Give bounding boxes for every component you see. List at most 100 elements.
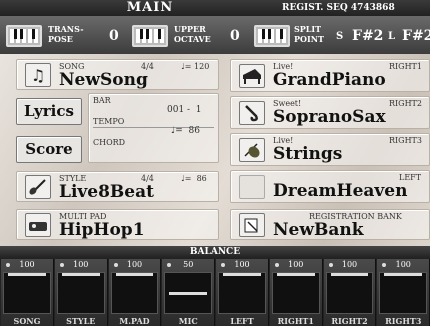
transpose-label-line1: TRANS- bbox=[48, 24, 84, 34]
right1-part-label: RIGHT1 bbox=[389, 62, 422, 71]
mixer-channel-left[interactable]: 100 LEFT bbox=[216, 259, 269, 326]
guitar-icon bbox=[25, 175, 51, 199]
fader-track[interactable] bbox=[325, 272, 374, 314]
title-bar: MAIN REGIST. SEQ 4743868 bbox=[0, 0, 430, 16]
fader-track[interactable] bbox=[218, 272, 266, 314]
split-point-label-line2: POINT bbox=[294, 34, 324, 44]
top-toolbar: TRANS- POSE 0 UPPER OCTAVE 0 SPLIT POINT… bbox=[0, 16, 430, 54]
fader-handle[interactable] bbox=[330, 273, 369, 276]
song-info-panel: BAR 001 - 1 TEMPO ♩= 86 CHORD bbox=[88, 93, 219, 163]
song-name: NewSong bbox=[59, 70, 148, 90]
song-panel[interactable]: ♫ SONG 4/4 ♩= 120 NewSong bbox=[16, 59, 219, 90]
keyboard-icon bbox=[6, 25, 42, 47]
song-tempo: ♩= 120 bbox=[181, 62, 210, 71]
mixer-channel-song[interactable]: 100 SONG bbox=[1, 259, 54, 326]
multipad-panel[interactable]: MULTI PAD HipHop1 bbox=[16, 209, 219, 240]
mixer-channel-right2[interactable]: 100 RIGHT2 bbox=[323, 259, 377, 326]
mixer-label: SONG bbox=[13, 316, 41, 326]
multipad-name: HipHop1 bbox=[59, 220, 145, 240]
fader-track[interactable] bbox=[110, 272, 159, 314]
fader-handle[interactable] bbox=[8, 273, 46, 276]
mixer-label: RIGHT2 bbox=[331, 316, 368, 326]
fader-handle[interactable] bbox=[169, 291, 207, 295]
keyboard-icon bbox=[132, 25, 168, 47]
fader-handle[interactable] bbox=[276, 273, 315, 276]
mixer-value: 100 bbox=[73, 260, 89, 269]
left-voice-name: DreamHeaven bbox=[273, 181, 408, 201]
registration-bank-name: NewBank bbox=[273, 220, 364, 240]
mixer-channel-mic[interactable]: 50 MIC bbox=[162, 259, 215, 326]
right2-part-label: RIGHT2 bbox=[389, 99, 422, 108]
page-title: MAIN bbox=[126, 0, 174, 15]
mixer-value: 100 bbox=[234, 260, 250, 269]
fader-track[interactable] bbox=[379, 272, 427, 314]
mixer-label: STYLE bbox=[66, 316, 96, 326]
keyboard-icon bbox=[254, 25, 290, 47]
mixer-label: RIGHT1 bbox=[277, 316, 314, 326]
split-s-label: S bbox=[336, 31, 344, 42]
upper-octave-value: 0 bbox=[230, 28, 240, 44]
transpose-value: 0 bbox=[109, 28, 119, 44]
fader-track[interactable] bbox=[271, 272, 320, 314]
fader-track[interactable] bbox=[56, 272, 105, 314]
mixer-channel-right3[interactable]: 100 RIGHT3 bbox=[377, 259, 430, 326]
fader-handle[interactable] bbox=[61, 273, 100, 276]
music-note-icon: ♫ bbox=[25, 63, 51, 87]
style-panel[interactable]: STYLE 4/4 ♩= 86 Live8Beat bbox=[16, 171, 219, 202]
voice-right3-panel[interactable]: Live! RIGHT3 Strings bbox=[230, 133, 430, 166]
pad-icon bbox=[239, 175, 265, 199]
registration-bank-panel[interactable]: REGISTRATION BANK NewBank bbox=[230, 209, 430, 240]
split-l-label: L bbox=[388, 31, 396, 42]
mixer-value: 100 bbox=[395, 260, 411, 269]
mixer-value: 50 bbox=[183, 260, 194, 269]
mixer-label: RIGHT3 bbox=[385, 316, 422, 326]
fader-track[interactable] bbox=[3, 272, 51, 314]
mixer-channel-mpad[interactable]: 100 M.PAD bbox=[108, 259, 162, 326]
tempo-value: ♩= 86 bbox=[171, 126, 200, 136]
piano-icon bbox=[239, 64, 265, 88]
mixer-value: 100 bbox=[126, 260, 143, 269]
registration-sequence-status: REGIST. SEQ 4743868 bbox=[282, 3, 395, 13]
lyrics-button[interactable]: Lyrics bbox=[16, 98, 82, 125]
fader-track[interactable] bbox=[164, 272, 212, 314]
bar-label: BAR bbox=[93, 96, 111, 105]
main-panel-area: ♫ SONG 4/4 ♩= 120 NewSong Lyrics Score B… bbox=[0, 54, 430, 246]
mixer-label: MIC bbox=[178, 316, 198, 326]
right3-voice-name: Strings bbox=[273, 144, 343, 164]
split-s-value: F#2 bbox=[352, 28, 384, 44]
right1-voice-name: GrandPiano bbox=[273, 70, 386, 90]
score-button[interactable]: Score bbox=[16, 136, 82, 163]
mixer-value: 100 bbox=[288, 260, 304, 269]
voice-right1-panel[interactable]: Live! RIGHT1 GrandPiano bbox=[230, 59, 430, 92]
balance-title: BALANCE bbox=[0, 246, 430, 258]
split-l-value: F#2 bbox=[402, 28, 430, 44]
strings-icon bbox=[239, 138, 265, 162]
multipad-icon bbox=[25, 213, 51, 237]
style-tempo: ♩= 86 bbox=[181, 174, 207, 183]
mixer-label: LEFT bbox=[230, 316, 254, 326]
bar-value: 001 - 1 bbox=[167, 105, 202, 115]
tempo-label: TEMPO bbox=[93, 117, 125, 126]
mixer-value: 100 bbox=[341, 260, 358, 269]
fader-handle[interactable] bbox=[115, 273, 154, 276]
right3-part-label: RIGHT3 bbox=[389, 136, 422, 145]
upper-octave-label-line1: UPPER bbox=[174, 24, 206, 34]
fader-handle[interactable] bbox=[223, 273, 261, 276]
mixer-channel-right1[interactable]: 100 RIGHT1 bbox=[269, 259, 323, 326]
transpose-button[interactable]: TRANS- POSE 0 bbox=[6, 22, 124, 50]
right2-voice-name: SopranoSax bbox=[273, 107, 386, 127]
mixer-value: 100 bbox=[19, 260, 35, 269]
voice-right2-panel[interactable]: Sweet! RIGHT2 SopranoSax bbox=[230, 96, 430, 129]
saxophone-icon bbox=[239, 101, 265, 125]
split-point-button[interactable]: SPLIT POINT S F#2 L F#2 bbox=[254, 22, 430, 50]
registration-bank-icon bbox=[239, 213, 265, 237]
transpose-label-line2: POSE bbox=[48, 34, 73, 44]
upper-octave-button[interactable]: UPPER OCTAVE 0 bbox=[132, 22, 246, 50]
split-point-label-line1: SPLIT bbox=[294, 24, 322, 34]
mixer-label: M.PAD bbox=[119, 316, 150, 326]
mixer-channel-style[interactable]: 100 STYLE bbox=[54, 259, 108, 326]
fader-handle[interactable] bbox=[384, 273, 422, 276]
voice-left-panel[interactable]: LEFT DreamHeaven bbox=[230, 170, 430, 203]
chord-label: CHORD bbox=[93, 138, 126, 147]
balance-mixer: BALANCE 100 SONG 100 STYLE 100 M.PAD 50 MIC 100 L… bbox=[0, 246, 430, 326]
